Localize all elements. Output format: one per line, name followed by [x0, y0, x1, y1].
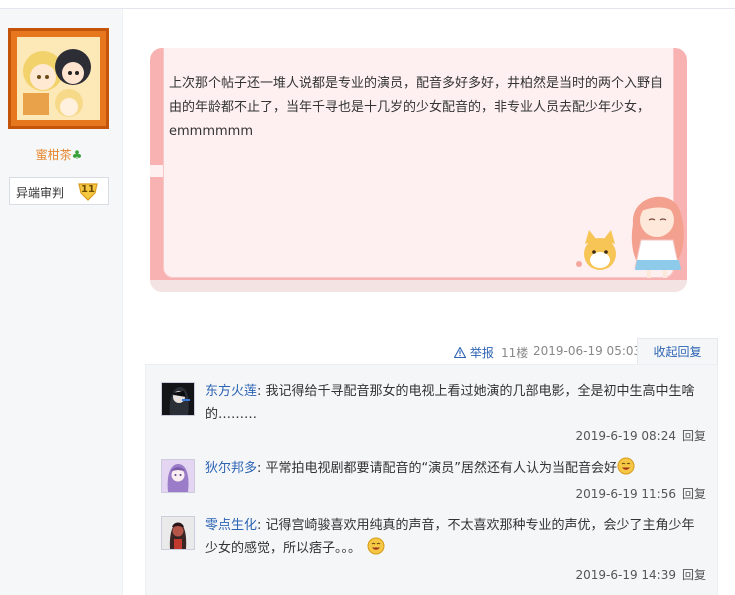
- avatar-image: [17, 37, 100, 120]
- reply-button[interactable]: 回复: [682, 568, 706, 582]
- reply-button[interactable]: 回复: [682, 429, 706, 443]
- collapse-replies-button[interactable]: 收起回复: [637, 338, 718, 365]
- smile-emoji-icon: [367, 537, 385, 555]
- reply-item: 零点生化: 记得宫崎骏喜欢用纯真的声音，不太喜欢那种专业的声优，会少了主角少年少…: [161, 514, 706, 584]
- post-time: 2019-06-19 05:03: [533, 344, 642, 358]
- report-link[interactable]: 举报: [453, 344, 494, 361]
- reply-footer: 2019-6-19 11:56 回复: [575, 485, 706, 502]
- reply-content: 狄尔邦多: 平常拍电视剧都要请配音的“演员”居然还有人认为当配音会好: [205, 457, 705, 480]
- reply-list: 东方火莲: 我记得给千寻配音那女的电视上看过她演的几部电影，全是初中生高中生啥的…: [145, 364, 718, 595]
- reply-avatar[interactable]: [161, 516, 195, 550]
- reply-footer: 2019-6-19 14:39 回复: [575, 566, 706, 583]
- bubble-decoration-girl-cat: [575, 184, 690, 280]
- reply-username[interactable]: 零点生化: [205, 518, 257, 533]
- reply-item: 东方火莲: 我记得给千寻配音那女的电视上看过她演的几部电影，全是初中生高中生啥的…: [161, 380, 706, 446]
- reply-username[interactable]: 东方火莲: [205, 384, 257, 399]
- user-avatar[interactable]: [8, 28, 109, 129]
- reply-text: 平常拍电视剧都要请配音的“演员”居然还有人认为当配音会好: [265, 461, 618, 476]
- badge-level-number: 11: [81, 184, 95, 195]
- reply-content: 东方火莲: 我记得给千寻配音那女的电视上看过她演的几部电影，全是初中生高中生啥的…: [205, 384, 695, 422]
- level-shield-icon: 11: [77, 182, 99, 201]
- reply-item: 狄尔邦多: 平常拍电视剧都要请配音的“演员”居然还有人认为当配音会好 2019-…: [161, 457, 706, 501]
- post-bubble-notch: [150, 165, 163, 177]
- username[interactable]: 蜜柑茶♣: [0, 146, 118, 163]
- post-bubble-shadow: [150, 280, 687, 292]
- forum-post-page: 蜜柑茶♣ 异端审判 11 上次那个帖子还一堆人说都是专业的演员，配音多好多好，井…: [0, 0, 735, 595]
- post-content: 上次那个帖子还一堆人说都是专业的演员，配音多好多好，井柏然是当时的两个入野自由的…: [169, 76, 664, 139]
- member-badge[interactable]: 异端审判 11: [9, 177, 109, 205]
- badge-title: 异端审判: [16, 186, 65, 200]
- clover-icon: ♣: [71, 148, 83, 162]
- reply-text: 记得宫崎骏喜欢用纯真的声音，不太喜欢那种专业的声优，会少了主角少年少女的感觉，所…: [205, 518, 695, 556]
- floor-number: 11楼: [501, 346, 529, 360]
- reply-time: 2019-6-19 14:39: [575, 568, 676, 582]
- reply-footer: 2019-6-19 08:24 回复: [575, 427, 706, 444]
- username-text: 蜜柑茶: [35, 148, 72, 162]
- reply-time: 2019-6-19 11:56: [575, 487, 676, 501]
- user-panel: 蜜柑茶♣ 异端审判 11: [0, 9, 123, 595]
- warning-icon: [453, 346, 467, 359]
- reply-time: 2019-6-19 08:24: [575, 429, 676, 443]
- reply-avatar[interactable]: [161, 459, 195, 493]
- smile-emoji-icon: [617, 457, 635, 475]
- reply-content: 零点生化: 记得宫崎骏喜欢用纯真的声音，不太喜欢那种专业的声优，会少了主角少年少…: [205, 518, 695, 556]
- reply-username[interactable]: 狄尔邦多: [205, 461, 257, 476]
- reply-avatar[interactable]: [161, 382, 195, 416]
- reply-button[interactable]: 回复: [682, 487, 706, 501]
- report-label: 举报: [469, 346, 494, 360]
- post-meta-bar: 举报 11楼 2019-06-19 05:03 收起回复: [140, 338, 718, 365]
- reply-text: 我记得给千寻配音那女的电视上看过她演的几部电影，全是初中生高中生啥的………: [205, 384, 695, 422]
